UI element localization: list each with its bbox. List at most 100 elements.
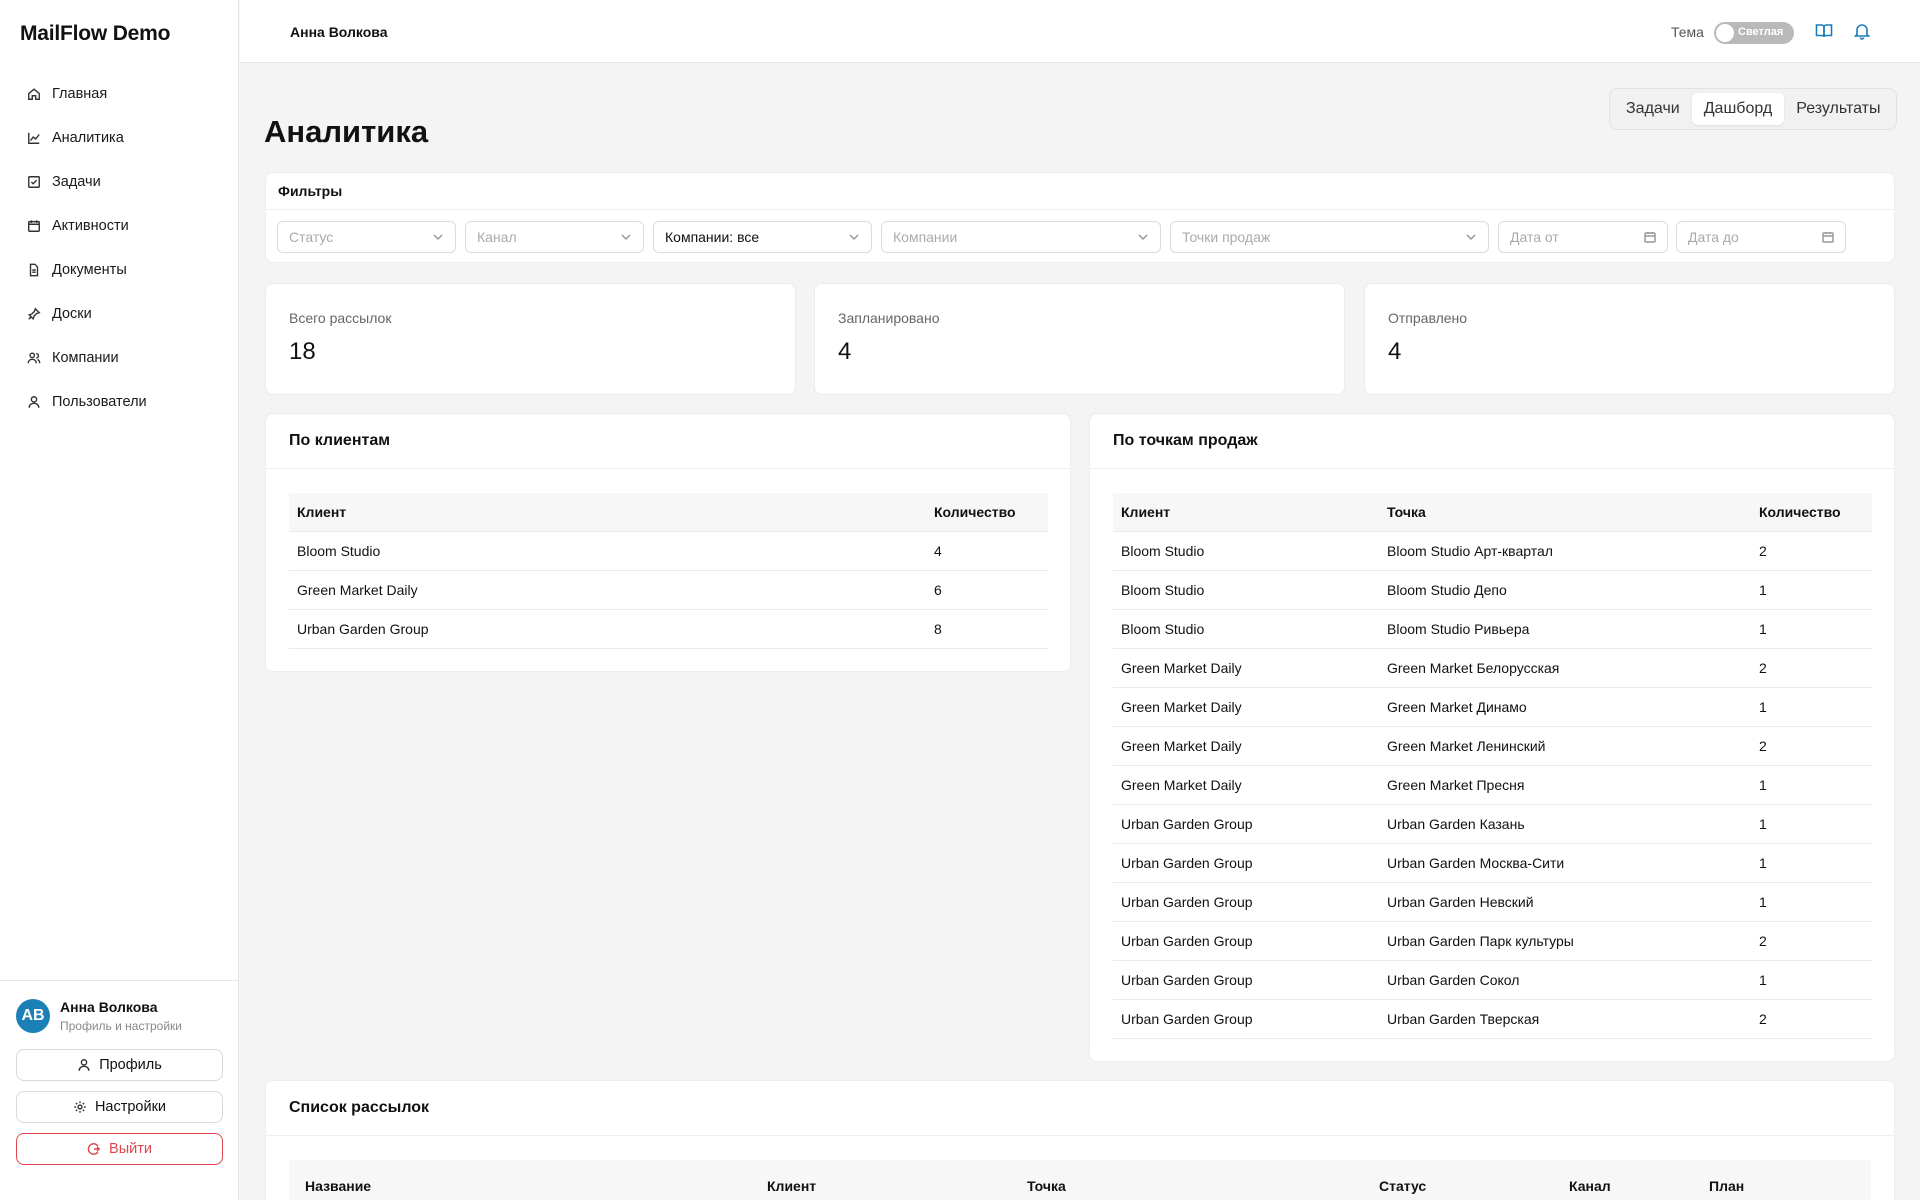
panel-title: По клиентам bbox=[289, 432, 391, 449]
table-cell: 2 bbox=[1751, 921, 1872, 961]
column-header[interactable]: Точка bbox=[1019, 1160, 1371, 1200]
table-cell: Urban Garden Group bbox=[1113, 999, 1379, 1039]
theme-label: Тема bbox=[1671, 24, 1704, 40]
table-cell: Urban Garden Москва-Сити bbox=[1379, 843, 1751, 883]
clients-table-body: Bloom Studio 4 Green Market Daily 6 Urban Ga… bbox=[289, 531, 1048, 649]
filters-panel: Фильтры Статус Канал Компании: все Компа… bbox=[265, 172, 1895, 263]
status-select[interactable]: Статус bbox=[277, 221, 456, 253]
chevron-down-icon bbox=[1138, 234, 1148, 241]
clients-table: Клиент Количество Bloom Studio 4 Green Mar… bbox=[289, 493, 1048, 649]
sidebar-item-label: Задачи bbox=[52, 174, 101, 190]
profile-button[interactable]: Профиль bbox=[16, 1049, 223, 1081]
table-row[interactable]: Green Market Daily Green Market Белорусск… bbox=[1113, 648, 1872, 688]
bell-icon[interactable] bbox=[1851, 20, 1873, 42]
column-header[interactable]: Клиент bbox=[289, 493, 926, 532]
by-points-panel: По точкам продаж Клиент Точка Количество… bbox=[1089, 413, 1895, 1062]
table-cell: Bloom Studio Арт-квартал bbox=[1379, 531, 1751, 571]
table-header-row: Клиент Точка Количество bbox=[1113, 493, 1872, 532]
sidebar-item-label: Аналитика bbox=[52, 130, 124, 146]
brand-logo[interactable]: MailFlow Demo bbox=[20, 22, 170, 46]
table-cell: Green Market Daily bbox=[1113, 648, 1379, 688]
channel-select[interactable]: Канал bbox=[465, 221, 644, 253]
book-icon[interactable] bbox=[1813, 20, 1835, 42]
chevron-down-icon bbox=[433, 234, 443, 241]
column-header[interactable]: План bbox=[1701, 1160, 1871, 1200]
sidebar-item-activities[interactable]: Активности bbox=[14, 204, 224, 248]
table-cell: Green Market Daily bbox=[1113, 765, 1379, 805]
stat-label: Отправлено bbox=[1388, 310, 1468, 326]
table-row[interactable]: Bloom Studio Bloom Studio Депо 1 bbox=[1113, 570, 1872, 610]
table-row[interactable]: Bloom Studio Bloom Studio Арт-квартал 2 bbox=[1113, 531, 1872, 571]
sidebar-item-analytics[interactable]: Аналитика bbox=[14, 116, 224, 160]
column-header[interactable]: Количество bbox=[926, 493, 1048, 532]
status-select-placeholder: Статус bbox=[289, 229, 334, 245]
points-table: Клиент Точка Количество Bloom Studio Bloo… bbox=[1113, 493, 1872, 1039]
table-row[interactable]: Green Market Daily 6 bbox=[289, 570, 1048, 610]
table-row[interactable]: Green Market Daily Green Market Ленинский… bbox=[1113, 726, 1872, 766]
view-tabs: Задачи Дашборд Результаты bbox=[1609, 88, 1898, 130]
topbar-user-name: Анна Волкова bbox=[290, 24, 388, 40]
sidebar: MailFlow Demo Главная Аналитика Задачи А… bbox=[0, 0, 239, 1200]
logout-button[interactable]: Выйти bbox=[16, 1133, 223, 1165]
stat-card-sent: Отправлено 4 bbox=[1364, 283, 1895, 395]
table-cell: 2 bbox=[1751, 531, 1872, 571]
table-row[interactable]: Urban Garden Group Urban Garden Парк куль… bbox=[1113, 921, 1872, 961]
column-header[interactable]: Количество bbox=[1751, 493, 1872, 532]
table-cell: Green Market Daily bbox=[1113, 687, 1379, 727]
table-cell: 1 bbox=[1751, 882, 1872, 922]
sidebar-item-companies[interactable]: Компании bbox=[14, 336, 224, 380]
avatar[interactable]: AB bbox=[16, 999, 50, 1033]
table-cell: Urban Garden Group bbox=[1113, 843, 1379, 883]
column-header[interactable]: Клиент bbox=[759, 1160, 1019, 1200]
tab-tasks[interactable]: Задачи bbox=[1614, 93, 1692, 125]
companies-mode-select[interactable]: Компании: все bbox=[653, 221, 872, 253]
theme-toggle[interactable]: Светлая bbox=[1714, 22, 1794, 44]
table-cell: Bloom Studio bbox=[1113, 570, 1379, 610]
table-cell: 8 bbox=[926, 609, 1048, 649]
mailings-panel: Список рассылок Название Клиент Точка Ст… bbox=[265, 1080, 1895, 1200]
tab-dashboard[interactable]: Дашборд bbox=[1691, 93, 1785, 125]
settings-button[interactable]: Настройки bbox=[16, 1091, 223, 1123]
column-header[interactable]: Канал bbox=[1561, 1160, 1701, 1200]
table-cell: Bloom Studio Депо bbox=[1379, 570, 1751, 610]
table-row[interactable]: Green Market Daily Green Market Пресня 1 bbox=[1113, 765, 1872, 805]
stat-label: Всего рассылок bbox=[289, 310, 392, 326]
home-icon bbox=[26, 86, 42, 102]
table-row[interactable]: Urban Garden Group Urban Garden Казань 1 bbox=[1113, 804, 1872, 844]
table-row[interactable]: Green Market Daily Green Market Динамо 1 bbox=[1113, 687, 1872, 727]
table-row[interactable]: Urban Garden Group Urban Garden Сокол 1 bbox=[1113, 960, 1872, 1000]
date-to-input[interactable]: Дата до bbox=[1676, 221, 1846, 253]
column-header[interactable]: Клиент bbox=[1113, 493, 1379, 532]
table-row[interactable]: Urban Garden Group 8 bbox=[289, 609, 1048, 649]
column-header[interactable]: Название bbox=[289, 1160, 759, 1200]
table-cell: 4 bbox=[926, 531, 1048, 571]
pin-icon bbox=[26, 306, 42, 322]
stat-value: 4 bbox=[838, 338, 852, 365]
points-select[interactable]: Точки продаж bbox=[1170, 221, 1489, 253]
sidebar-item-documents[interactable]: Документы bbox=[14, 248, 224, 292]
table-cell: 2 bbox=[1751, 726, 1872, 766]
sidebar-item-label: Доски bbox=[52, 306, 92, 322]
tab-results[interactable]: Результаты bbox=[1784, 93, 1892, 125]
table-cell: 1 bbox=[1751, 765, 1872, 805]
table-row[interactable]: Urban Garden Group Urban Garden Тверская 2 bbox=[1113, 999, 1872, 1039]
table-row[interactable]: Urban Garden Group Urban Garden Москва-Си… bbox=[1113, 843, 1872, 883]
checkbox-icon bbox=[26, 174, 42, 190]
sidebar-item-label: Главная bbox=[52, 86, 108, 102]
by-clients-panel: По клиентам Клиент Количество Bloom Stud… bbox=[265, 413, 1071, 672]
user-card[interactable]: AB Анна Волкова Профиль и настройки bbox=[16, 999, 182, 1033]
sidebar-item-tasks[interactable]: Задачи bbox=[14, 160, 224, 204]
table-cell: Green Market Daily bbox=[289, 570, 926, 610]
chevron-down-icon bbox=[621, 234, 631, 241]
sidebar-item-home[interactable]: Главная bbox=[14, 72, 224, 116]
companies-select[interactable]: Компании bbox=[881, 221, 1161, 253]
sidebar-item-boards[interactable]: Доски bbox=[14, 292, 224, 336]
table-row[interactable]: Bloom Studio 4 bbox=[289, 531, 1048, 571]
table-row[interactable]: Bloom Studio Bloom Studio Ривьера 1 bbox=[1113, 609, 1872, 649]
table-cell: Urban Garden Парк культуры bbox=[1379, 921, 1751, 961]
date-from-input[interactable]: Дата от bbox=[1498, 221, 1668, 253]
column-header[interactable]: Статус bbox=[1371, 1160, 1561, 1200]
column-header[interactable]: Точка bbox=[1379, 493, 1751, 532]
table-row[interactable]: Urban Garden Group Urban Garden Невский 1 bbox=[1113, 882, 1872, 922]
sidebar-item-users[interactable]: Пользователи bbox=[14, 380, 224, 424]
